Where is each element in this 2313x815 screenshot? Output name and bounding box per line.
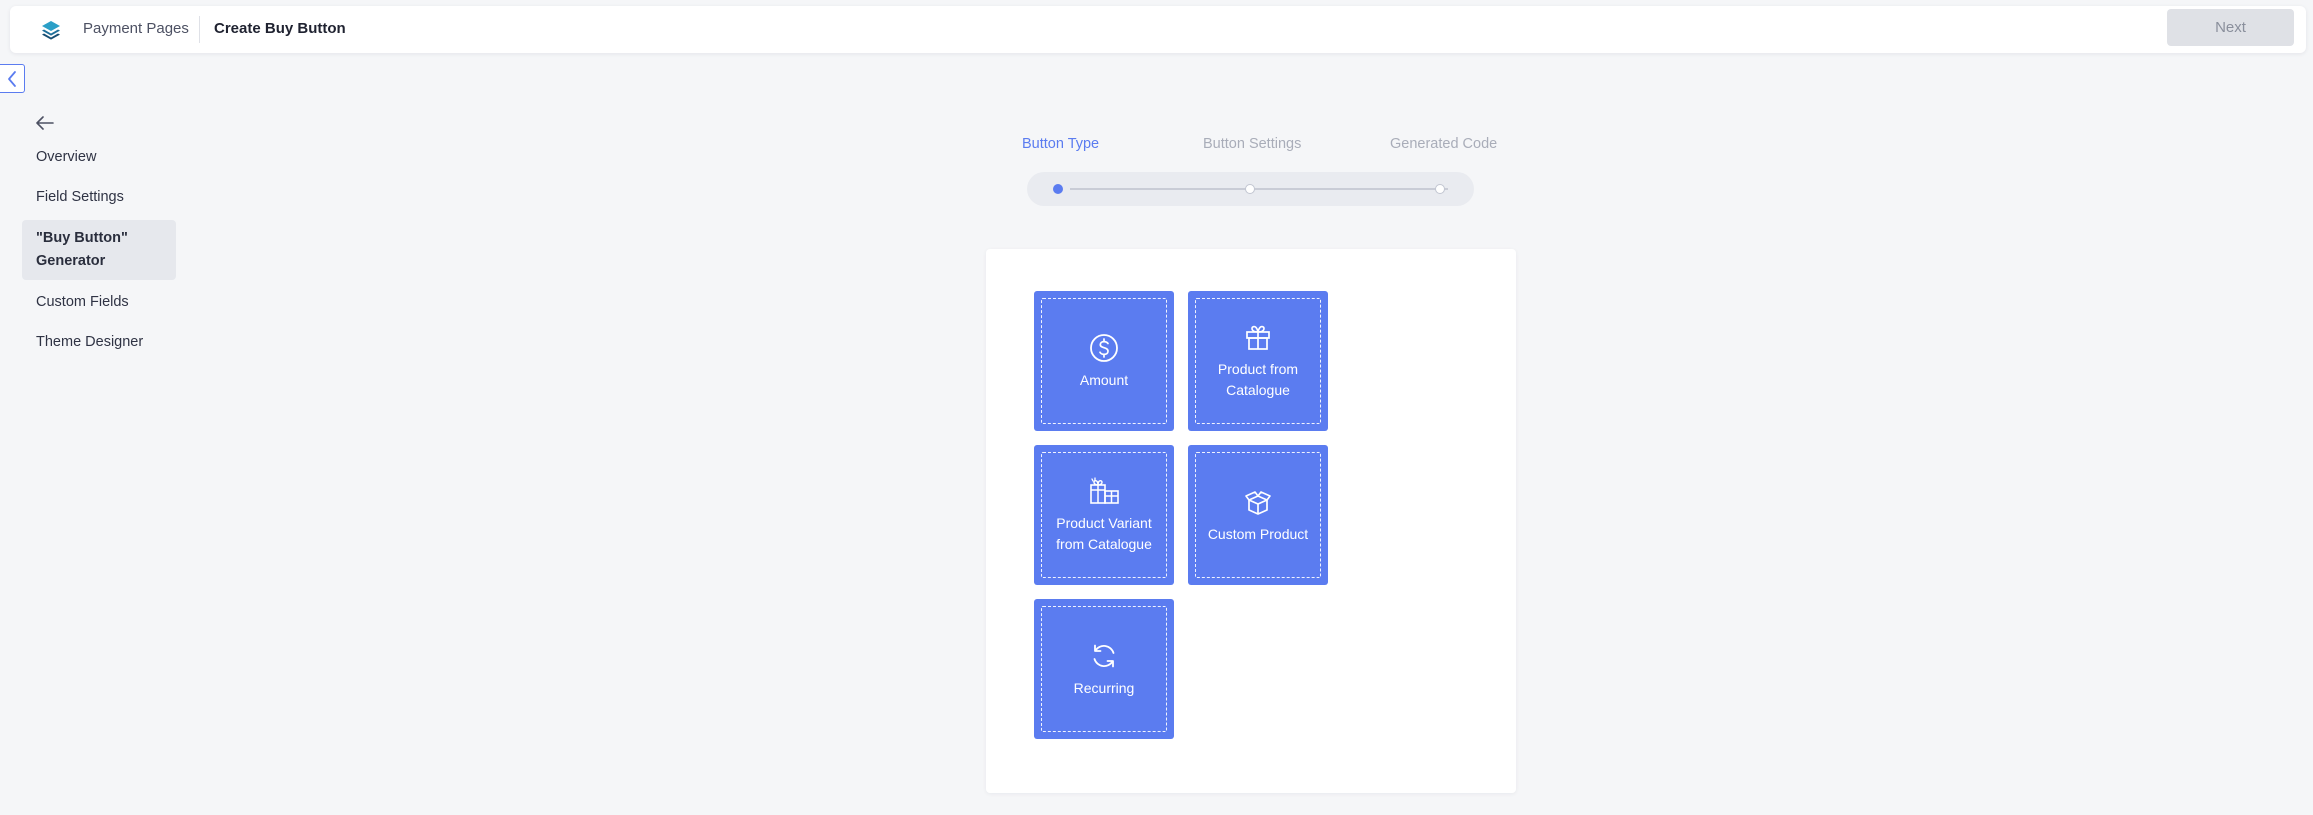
sidebar-item-theme-designer[interactable]: Theme Designer (22, 325, 176, 360)
tile-label: Product from Catalogue (1217, 361, 1299, 398)
button-type-recurring[interactable]: Recurring (1034, 599, 1174, 739)
button-type-amount[interactable]: Amount (1034, 291, 1174, 431)
back-arrow-icon[interactable] (34, 112, 56, 134)
sidebar-collapse-button[interactable] (0, 64, 25, 93)
button-type-product-variant-from-catalogue[interactable]: Product Variant from Catalogue (1034, 445, 1174, 585)
tile-frame: Product from Catalogue (1195, 298, 1321, 424)
open-box-icon (1245, 490, 1271, 515)
tile-label: Recurring (1073, 679, 1135, 696)
dollar-circle-icon (1090, 333, 1118, 362)
sidebar-nav: Overview Field Settings "Buy Button" Gen… (22, 140, 176, 360)
tile-frame: Amount (1041, 298, 1167, 424)
step-dot-button-type (1053, 184, 1063, 194)
tile-label: Product Variant from Catalogue (1056, 515, 1152, 552)
app-logo-icon (42, 21, 60, 40)
top-header: Payment Pages Create Buy Button Next (10, 6, 2306, 53)
step-label-generated-code: Generated Code (1390, 136, 1498, 152)
button-type-card: Amount Product from Catalogue Product Va… (986, 249, 1516, 793)
chevron-left-icon (8, 70, 16, 87)
breadcrumb-payment-pages[interactable]: Payment Pages (83, 18, 189, 40)
stepper-labels: Button Type Button Settings Generated Co… (1000, 136, 1500, 158)
gift-variants-icon (1090, 477, 1119, 504)
tile-frame: Custom Product (1195, 452, 1321, 578)
sidebar-item-field-settings[interactable]: Field Settings (22, 180, 176, 215)
tile-label: Custom Product (1207, 525, 1309, 542)
refresh-icon (1093, 644, 1115, 667)
tile-frame: Product Variant from Catalogue (1041, 452, 1167, 578)
step-label-button-settings: Button Settings (1203, 136, 1302, 152)
sidebar-item-overview[interactable]: Overview (22, 140, 176, 175)
sidebar-item-buy-button-generator[interactable]: "Buy Button" Generator (22, 220, 176, 280)
stepper-track (1027, 172, 1474, 206)
sidebar-item-custom-fields[interactable]: Custom Fields (22, 285, 176, 320)
step-dot-button-settings (1245, 184, 1255, 194)
step-connector (1070, 188, 1266, 190)
page-title: Create Buy Button (214, 20, 346, 37)
step-dot-generated-code (1435, 184, 1445, 194)
button-type-product-from-catalogue[interactable]: Product from Catalogue (1188, 291, 1328, 431)
next-button[interactable]: Next (2167, 9, 2294, 46)
step-connector (1262, 188, 1448, 190)
breadcrumb-divider (199, 16, 200, 43)
tile-frame: Recurring (1041, 606, 1167, 732)
tile-label: Amount (1079, 371, 1129, 388)
step-label-button-type: Button Type (1022, 136, 1100, 152)
button-type-custom-product[interactable]: Custom Product (1188, 445, 1328, 585)
gift-icon (1246, 325, 1270, 350)
